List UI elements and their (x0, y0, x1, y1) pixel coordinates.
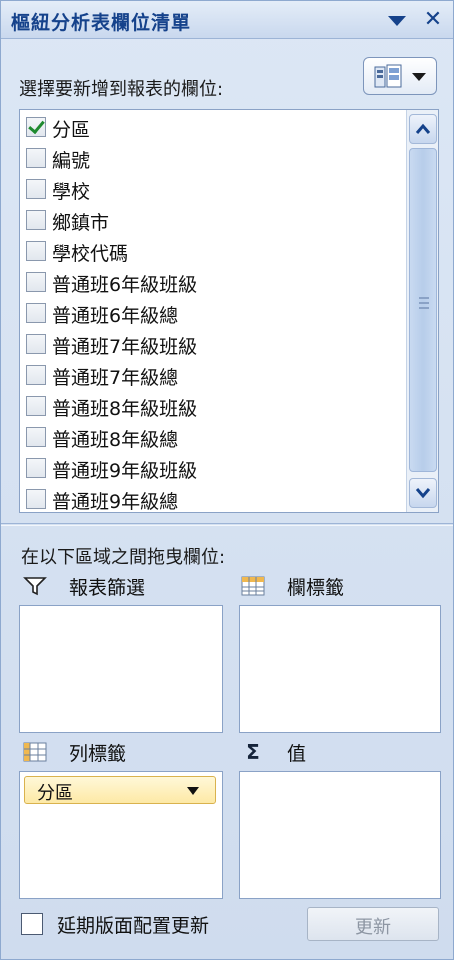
row-field-chip[interactable]: 分區 (24, 776, 216, 804)
field-label: 普通班9年級總 (52, 491, 179, 513)
field-label: 普通班8年級班級 (52, 398, 198, 420)
update-button-label: 更新 (355, 917, 391, 938)
areas-section-label: 在以下區域之間拖曳欄位: (21, 547, 226, 568)
field-checkbox[interactable] (26, 272, 46, 292)
field-label: 普通班9年級班級 (52, 460, 198, 482)
field-list[interactable]: 分區編號學校鄉鎮市學校代碼普通班6年級班級 普通班6年級總 普通班7年級班級 普通班7… (19, 109, 439, 513)
title-bar: 樞紐分析表欄位清單 ✕ (1, 1, 453, 39)
field-list-item[interactable]: 普通班6年級總 (20, 298, 404, 329)
field-checkbox[interactable] (26, 489, 46, 509)
dropdown-icon[interactable] (385, 9, 409, 31)
defer-layout-update-label: 延期版面配置更新 (57, 915, 210, 937)
field-label: 學校代碼 (52, 243, 129, 265)
field-label: 普通班6年級總 (52, 305, 179, 327)
chevron-up-icon (415, 123, 431, 134)
row-labels-label: 列標籤 (69, 743, 127, 765)
pivot-field-list-panel: 樞紐分析表欄位清單 ✕ 選擇要新增到報表的欄位: 分區 編號 學校 鄉鎮市 學校代碼 普通… (0, 0, 454, 960)
field-checkbox[interactable] (26, 396, 46, 416)
chevron-down-icon[interactable] (187, 787, 199, 795)
grip-icon (419, 297, 429, 309)
field-label: 學校 (52, 181, 91, 203)
column-labels-drop-area[interactable] (239, 605, 441, 733)
report-filter-header: 報表篩選 (23, 573, 223, 601)
layout-icon (374, 64, 402, 90)
field-checkbox[interactable] (26, 117, 46, 137)
field-label: 普通班7年級總 (52, 367, 179, 389)
column-labels-label: 欄標籤 (287, 577, 345, 599)
panel-title: 樞紐分析表欄位清單 (11, 12, 192, 34)
layout-options-button[interactable] (363, 57, 437, 95)
field-list-item[interactable]: 編號 (20, 143, 404, 174)
field-checkbox[interactable] (26, 334, 46, 354)
field-list-scrollbar[interactable] (406, 110, 438, 512)
field-label: 普通班6年級班級 (52, 274, 198, 296)
row-field-chip-label: 分區 (37, 783, 73, 804)
field-list-item[interactable]: 普通班8年級總 (20, 422, 404, 453)
field-list-item[interactable]: 普通班7年級總 (20, 360, 404, 391)
field-checkbox[interactable] (26, 427, 46, 447)
section-divider[interactable] (1, 523, 453, 526)
field-checkbox[interactable] (26, 241, 46, 261)
values-drop-area[interactable] (239, 771, 441, 899)
field-list-item[interactable]: 普通班9年級班級 (20, 453, 404, 484)
field-list-item[interactable]: 分區 (20, 112, 404, 143)
field-list-item[interactable]: 學校 (20, 174, 404, 205)
field-checkbox[interactable] (26, 458, 46, 478)
field-checkbox[interactable] (26, 210, 46, 230)
defer-layout-update-checkbox[interactable] (21, 913, 43, 935)
field-label: 分區 (52, 119, 91, 141)
update-button[interactable]: 更新 (307, 907, 439, 941)
values-label: 值 (287, 743, 307, 765)
field-list-item[interactable]: 普通班8年級班級 (20, 391, 404, 422)
field-label: 普通班8年級總 (52, 429, 179, 451)
chevron-down-icon (415, 488, 431, 499)
field-checkbox[interactable] (26, 365, 46, 385)
report-filter-label: 報表篩選 (69, 577, 146, 599)
field-list-item[interactable]: 普通班6年級班級 (20, 267, 404, 298)
filter-icon (23, 575, 47, 597)
field-checkbox[interactable] (26, 303, 46, 323)
field-list-item[interactable]: 鄉鎮市 (20, 205, 404, 236)
field-checkbox[interactable] (26, 179, 46, 199)
field-list-item[interactable]: 普通班7年級班級 (20, 329, 404, 360)
sigma-icon: Σ (246, 740, 260, 764)
field-section-label: 選擇要新增到報表的欄位: (19, 79, 224, 100)
field-label: 普通班7年級班級 (52, 336, 198, 358)
scroll-thumb[interactable] (409, 148, 437, 472)
values-header: Σ 值 (241, 739, 441, 767)
field-list-item[interactable]: 普通班9年級總 (20, 484, 404, 513)
column-labels-header: 欄標籤 (241, 573, 441, 601)
field-label: 鄉鎮市 (52, 212, 110, 234)
scroll-up-button[interactable] (409, 114, 437, 144)
field-checkbox[interactable] (26, 148, 46, 168)
report-filter-drop-area[interactable] (19, 605, 223, 733)
close-icon[interactable]: ✕ (421, 9, 445, 31)
row-labels-drop-area[interactable]: 分區 (19, 771, 223, 899)
row-labels-header: 列標籤 (23, 739, 223, 767)
chevron-down-icon (412, 73, 426, 81)
scroll-down-button[interactable] (409, 478, 437, 508)
row-grid-icon (23, 741, 47, 763)
field-list-item[interactable]: 學校代碼 (20, 236, 404, 267)
column-grid-icon (241, 575, 265, 597)
field-label: 編號 (52, 150, 91, 172)
